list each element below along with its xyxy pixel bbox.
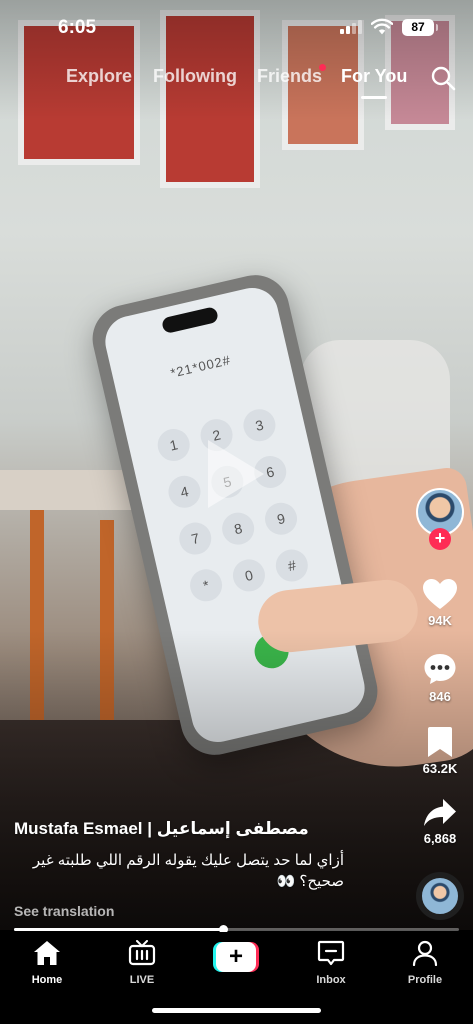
nav-live[interactable]: LIVE (102, 940, 182, 986)
share-arrow-icon (424, 799, 456, 826)
nav-home-label: Home (31, 974, 63, 986)
author-name[interactable]: Mustafa Esmael | مصطفى إسماعيل (14, 819, 309, 839)
bookmark-icon (428, 727, 452, 757)
nav-live-label: LIVE (129, 974, 155, 986)
wifi-icon (371, 18, 393, 35)
live-tv-icon (128, 940, 156, 966)
top-feed-tabs: Explore Following Friends For You (0, 60, 473, 100)
comment-icon (424, 654, 456, 684)
dial-key: 4 (165, 472, 204, 511)
status-time: 6:05 (58, 17, 97, 38)
dial-key: 9 (261, 499, 301, 538)
dial-key: 1 (154, 425, 193, 465)
save-button[interactable]: 63.2K (410, 726, 470, 776)
dial-key: # (272, 546, 312, 585)
dial-key: 0 (229, 556, 269, 595)
home-icon (34, 941, 60, 965)
tab-for-you[interactable]: For You (341, 66, 407, 87)
nav-home[interactable]: Home (7, 940, 87, 986)
comment-button[interactable]: 846 (410, 652, 470, 704)
battery-icon: 87 (402, 19, 438, 36)
nav-inbox-label: Inbox (316, 974, 346, 986)
tab-following[interactable]: Following (153, 66, 237, 87)
battery-level: 87 (411, 20, 425, 34)
like-count: 94K (428, 613, 452, 628)
nav-profile[interactable]: Profile (385, 940, 465, 986)
dial-key: 8 (218, 509, 258, 548)
create-button[interactable]: + (213, 942, 259, 972)
cellular-signal-icon (340, 20, 362, 34)
plus-icon: + (216, 942, 256, 972)
nav-profile-label: Profile (407, 974, 443, 986)
active-tab-underline (361, 96, 387, 99)
profile-icon (412, 940, 438, 967)
video-progress-bar[interactable] (14, 925, 459, 934)
video-caption: أزاي لما حد يتصل عليك يقوله الرقم اللي ط… (32, 852, 344, 890)
search-icon[interactable] (430, 65, 456, 91)
home-indicator (152, 1008, 321, 1013)
dial-key: 3 (240, 406, 279, 445)
video-player[interactable]: *21*002# 1 2 3 4 5 6 7 8 9 * 0 # (0, 0, 473, 930)
music-disc[interactable] (416, 872, 464, 920)
dial-key: 7 (176, 519, 215, 558)
nav-inbox[interactable]: Inbox (291, 940, 371, 986)
video-progress-fill (14, 928, 224, 931)
heart-icon (423, 579, 457, 609)
share-count: 6,868 (423, 831, 457, 846)
dial-key: * (186, 566, 226, 605)
comment-count: 846 (429, 689, 451, 704)
inbox-icon (317, 940, 345, 966)
see-translation-link[interactable]: See translation (14, 903, 114, 919)
friends-notification-dot (319, 64, 326, 71)
status-bar: 6:05 87 (0, 0, 473, 56)
tab-friends[interactable]: Friends (257, 66, 322, 87)
save-count: 63.2K (422, 761, 458, 776)
play-icon (208, 440, 264, 508)
share-button[interactable]: 6,868 (410, 798, 470, 846)
tab-explore[interactable]: Explore (66, 66, 132, 87)
follow-button[interactable]: + (429, 528, 451, 550)
like-button[interactable]: 94K (410, 578, 470, 628)
dialed-number: *21*002# (169, 352, 233, 381)
dynamic-island (160, 306, 220, 335)
